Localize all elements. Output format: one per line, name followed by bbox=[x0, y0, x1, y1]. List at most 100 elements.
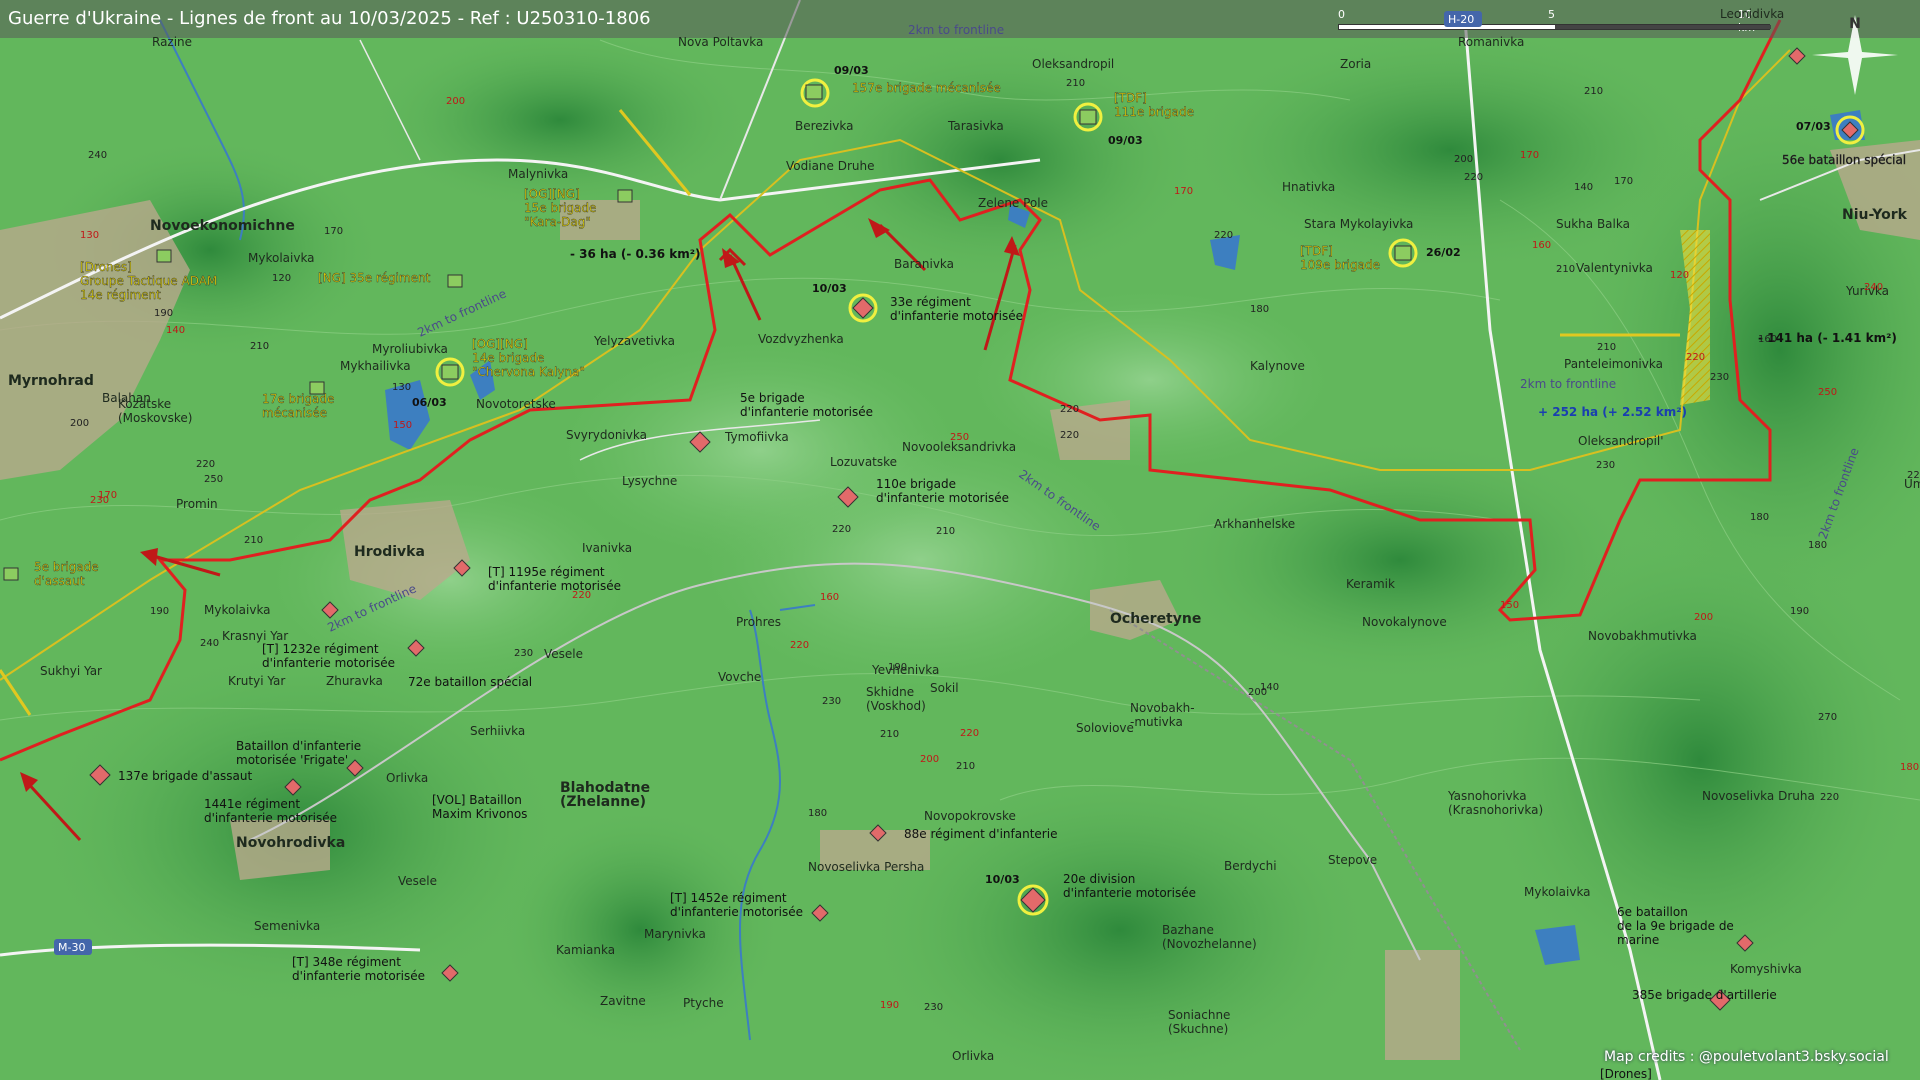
place-label: Razine bbox=[152, 35, 192, 49]
place-label: Novotoretske bbox=[476, 397, 556, 411]
elevation-label: 170 bbox=[98, 490, 117, 501]
elevation-label: 220 bbox=[1060, 430, 1079, 441]
elevation-label: 210 bbox=[936, 526, 955, 537]
ua-unit-label: [NG] 35e régiment bbox=[318, 271, 431, 285]
place-label: Zavitne bbox=[600, 994, 646, 1008]
place-label: Novopokrovske bbox=[924, 809, 1016, 823]
place-label: Orlivka bbox=[386, 771, 428, 785]
place-label: Mykolaivka bbox=[248, 251, 315, 265]
place-label: Zoria bbox=[1340, 57, 1371, 71]
change-annotation: - 141 ha (- 1.41 km²) bbox=[1758, 331, 1897, 345]
ru-unit-label: [Drones] bbox=[1600, 1067, 1652, 1080]
map-labels: Nova Poltavka Oleksandropil Zoria Romanivka… bbox=[0, 0, 1920, 1080]
elevation-label: 220 bbox=[1464, 172, 1483, 183]
ru-unit-label: [T] 1232e régiment d'infanterie motorisée bbox=[262, 642, 395, 670]
road-label: H-20 bbox=[1448, 13, 1474, 26]
place-label: Tarasivka bbox=[947, 119, 1004, 133]
place-label: Vozdvyzhenka bbox=[758, 332, 844, 346]
elevation-label: 230 bbox=[1596, 460, 1615, 471]
place-label: Oleksandropil' bbox=[1578, 434, 1664, 448]
elevation-label: 240 bbox=[88, 150, 107, 161]
place-label: Marynivka bbox=[644, 927, 706, 941]
place-label: Bazhane (Novozhelanne) bbox=[1162, 923, 1257, 951]
elevation-label: 120 bbox=[272, 273, 291, 284]
place-label: Oleksandropil bbox=[1032, 57, 1114, 71]
place-label: Myrnohrad bbox=[8, 373, 94, 389]
place-label: Vovche bbox=[718, 670, 761, 684]
change-annotation: - 36 ha (- 0.36 km²) bbox=[570, 247, 701, 261]
elevation-label: 190 bbox=[888, 662, 907, 673]
place-label: Malynivka bbox=[508, 167, 568, 181]
elevation-label: 230 bbox=[924, 1002, 943, 1013]
place-label: Valentynivka bbox=[1576, 261, 1653, 275]
elevation-label: 190 bbox=[150, 606, 169, 617]
elevation-label: 220 bbox=[832, 524, 851, 535]
ru-unit-label: 33e régiment d'infanterie motorisée bbox=[890, 295, 1023, 323]
elevation-label: 250 bbox=[204, 474, 223, 485]
elevation-label: 230 bbox=[514, 648, 533, 659]
place-label: Lysychne bbox=[622, 474, 677, 488]
frontline-distance-label: 2km to frontline bbox=[908, 23, 1004, 37]
elevation-label: 180 bbox=[1900, 762, 1919, 773]
elevation-label: 220 bbox=[1907, 470, 1920, 481]
elevation-label: 140 bbox=[166, 325, 185, 336]
elevation-label: 210 bbox=[244, 535, 263, 546]
elevation-label: 200 bbox=[1248, 687, 1267, 698]
place-label: Berezivka bbox=[795, 119, 854, 133]
place-label: Vesele bbox=[544, 647, 583, 661]
ru-unit-label: 137e brigade d'assaut bbox=[118, 769, 253, 783]
frontline-distance-label: 2km to frontline bbox=[1520, 377, 1616, 391]
date-label: 10/03 bbox=[812, 282, 847, 295]
elevation-label: 190 bbox=[1790, 606, 1809, 617]
date-label: 26/02 bbox=[1426, 246, 1461, 259]
elevation-label: 200 bbox=[1694, 612, 1713, 623]
elevation-label: 220 bbox=[960, 728, 979, 739]
place-label: Promin bbox=[176, 497, 218, 511]
place-label: Novoekonomichne bbox=[150, 218, 295, 234]
elevation-label: 240 bbox=[200, 638, 219, 649]
elevation-label: 220 bbox=[572, 590, 591, 601]
ru-unit-label: 1441e régiment d'infanterie motorisée bbox=[204, 797, 337, 825]
elevation-label: 200 bbox=[920, 754, 939, 765]
ua-unit-label: [Drones] Groupe Tactique ADAM 14e régiment bbox=[80, 260, 217, 302]
elevation-label: 230 bbox=[822, 696, 841, 707]
ru-unit-label: 20e division d'infanterie motorisée bbox=[1063, 872, 1196, 900]
place-label: Skhidne (Voskhod) bbox=[866, 685, 926, 713]
map-credits: Map credits : @pouletvolant3.bsky.social bbox=[1604, 1049, 1889, 1065]
road-label: M-30 bbox=[58, 941, 85, 954]
elevation-label: 160 bbox=[820, 592, 839, 603]
place-label: Mykhailivka bbox=[340, 359, 411, 373]
place-label: Mykolaivka bbox=[204, 603, 271, 617]
place-label: Tymofiivka bbox=[724, 430, 789, 444]
place-label: Semenivka bbox=[254, 919, 320, 933]
elevation-label: 170 bbox=[324, 226, 343, 237]
elevation-label: 210 bbox=[880, 729, 899, 740]
place-label: Yelyzavetivka bbox=[593, 334, 675, 348]
ua-unit-label: 17e brigade mécanisée bbox=[262, 392, 334, 420]
change-annotation: + 252 ha (+ 2.52 km²) bbox=[1538, 405, 1687, 419]
elevation-label: 130 bbox=[80, 230, 99, 241]
ru-unit-label: 72e bataillon spécial bbox=[408, 675, 532, 689]
elevation-label: 150 bbox=[393, 420, 412, 431]
place-label: Berdychi bbox=[1224, 859, 1277, 873]
place-label: Blahodatne (Zhelanne) bbox=[560, 780, 650, 810]
place-label: Novokalynove bbox=[1362, 615, 1447, 629]
elevation-label: 180 bbox=[1808, 540, 1827, 551]
date-label: 10/03 bbox=[985, 873, 1020, 886]
frontline-distance-label: 2km to frontline bbox=[1816, 446, 1862, 541]
place-label: Leonidivka bbox=[1720, 7, 1784, 21]
elevation-label: 220 bbox=[196, 459, 215, 470]
place-label: Novose bbox=[0, 0, 44, 3]
ua-unit-label: [OG][NG] 15e brigade "Kara-Dag" bbox=[524, 187, 596, 229]
place-label: Orlivka bbox=[952, 1049, 994, 1063]
ru-unit-label: [T] 1452e régiment d'infanterie motorisée bbox=[670, 891, 803, 919]
elevation-label: 210 bbox=[1597, 342, 1616, 353]
elevation-label: 220 bbox=[1060, 404, 1079, 415]
elevation-label: 210 bbox=[956, 761, 975, 772]
place-label: Baranivka bbox=[894, 257, 954, 271]
place-label: Kozatske (Moskovske) bbox=[118, 397, 192, 425]
place-label: Vesele bbox=[398, 874, 437, 888]
date-label: 07/03 bbox=[1796, 120, 1831, 133]
frontline-distance-label: 2km to frontline bbox=[1016, 467, 1103, 534]
elevation-label: 130 bbox=[392, 382, 411, 393]
